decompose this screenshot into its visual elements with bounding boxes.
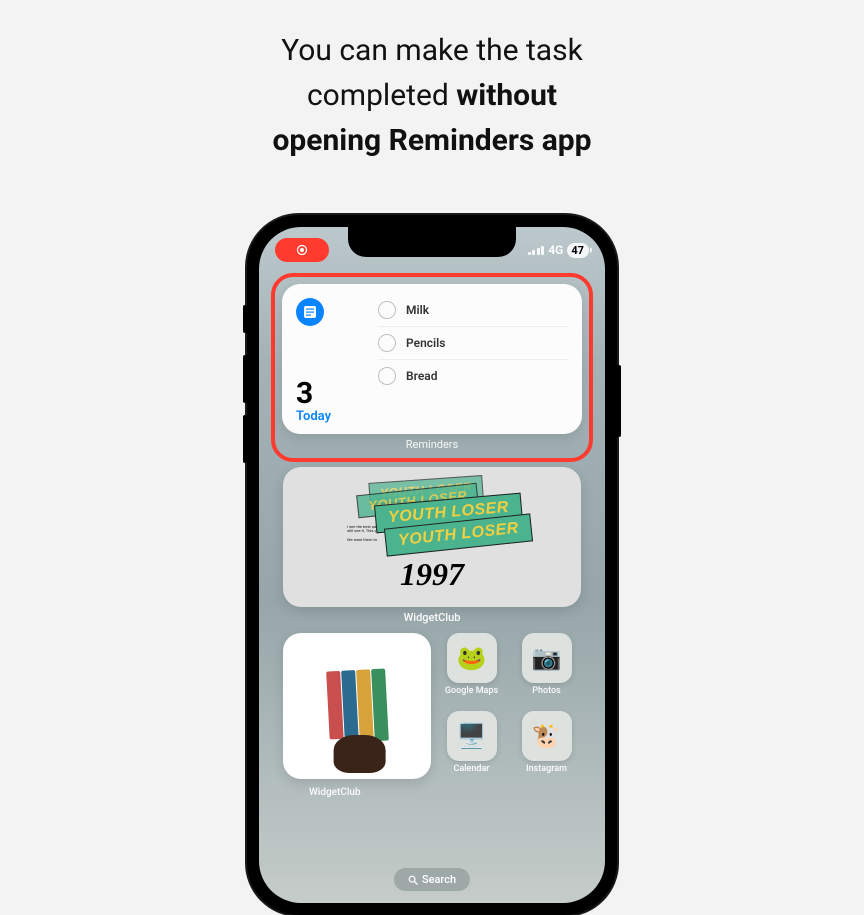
task-label: Milk: [406, 303, 429, 317]
screen-recording-indicator[interactable]: [275, 238, 329, 262]
volume-up-button[interactable]: [243, 355, 247, 403]
today-label: Today: [296, 409, 364, 424]
power-button[interactable]: [617, 365, 621, 437]
reminders-widget[interactable]: 3 Today Milk Pencils Bread: [282, 284, 582, 434]
mute-switch[interactable]: [243, 305, 247, 333]
instagram-app[interactable]: 🐮: [522, 711, 572, 761]
highlight-frame: 3 Today Milk Pencils Bread: [271, 273, 593, 462]
search-icon: [408, 875, 418, 885]
app-label: Google Maps: [445, 686, 498, 696]
phone-screen: 4G 47 3 Today Milk: [259, 227, 605, 903]
notch: [348, 227, 516, 257]
app-label: Instagram: [526, 764, 567, 774]
widgetclub-app-widget[interactable]: [283, 633, 431, 779]
app-label: Calendar: [454, 764, 490, 774]
search-button[interactable]: Search: [394, 868, 470, 891]
battery-indicator: 47: [567, 243, 589, 258]
signal-icon: [528, 245, 545, 255]
app-label: Photos: [532, 686, 560, 696]
task-checkbox[interactable]: [378, 334, 396, 352]
search-label: Search: [422, 873, 456, 886]
network-label: 4G: [548, 243, 563, 257]
reminders-count: 3: [296, 379, 364, 409]
reminders-icon: [296, 298, 324, 326]
task-label: Pencils: [406, 336, 445, 350]
google-maps-app[interactable]: 🐸: [447, 633, 497, 683]
task-row[interactable]: Milk: [378, 294, 568, 327]
task-row[interactable]: Pencils: [378, 327, 568, 360]
photos-app[interactable]: 📷: [522, 633, 572, 683]
widgetclub-app-label: WidgetClub: [309, 787, 361, 798]
year-text: 1997: [400, 556, 464, 593]
task-checkbox[interactable]: [378, 301, 396, 319]
headline-text: You can make the task completed without …: [0, 0, 864, 163]
reminders-widget-label: Reminders: [282, 438, 582, 451]
phone-frame: 4G 47 3 Today Milk: [247, 215, 617, 915]
app-grid: 🐸 Google Maps 📷 Photos 🖥️ Calendar 🐮 Ins…: [283, 633, 581, 779]
calendar-app[interactable]: 🖥️: [447, 711, 497, 761]
volume-down-button[interactable]: [243, 415, 247, 463]
task-row[interactable]: Bread: [378, 360, 568, 392]
widgetclub-label: WidgetClub: [259, 611, 605, 624]
task-label: Bread: [406, 369, 437, 383]
widgetclub-widget[interactable]: I see the best part. I can still see it.…: [283, 467, 581, 607]
task-checkbox[interactable]: [378, 367, 396, 385]
